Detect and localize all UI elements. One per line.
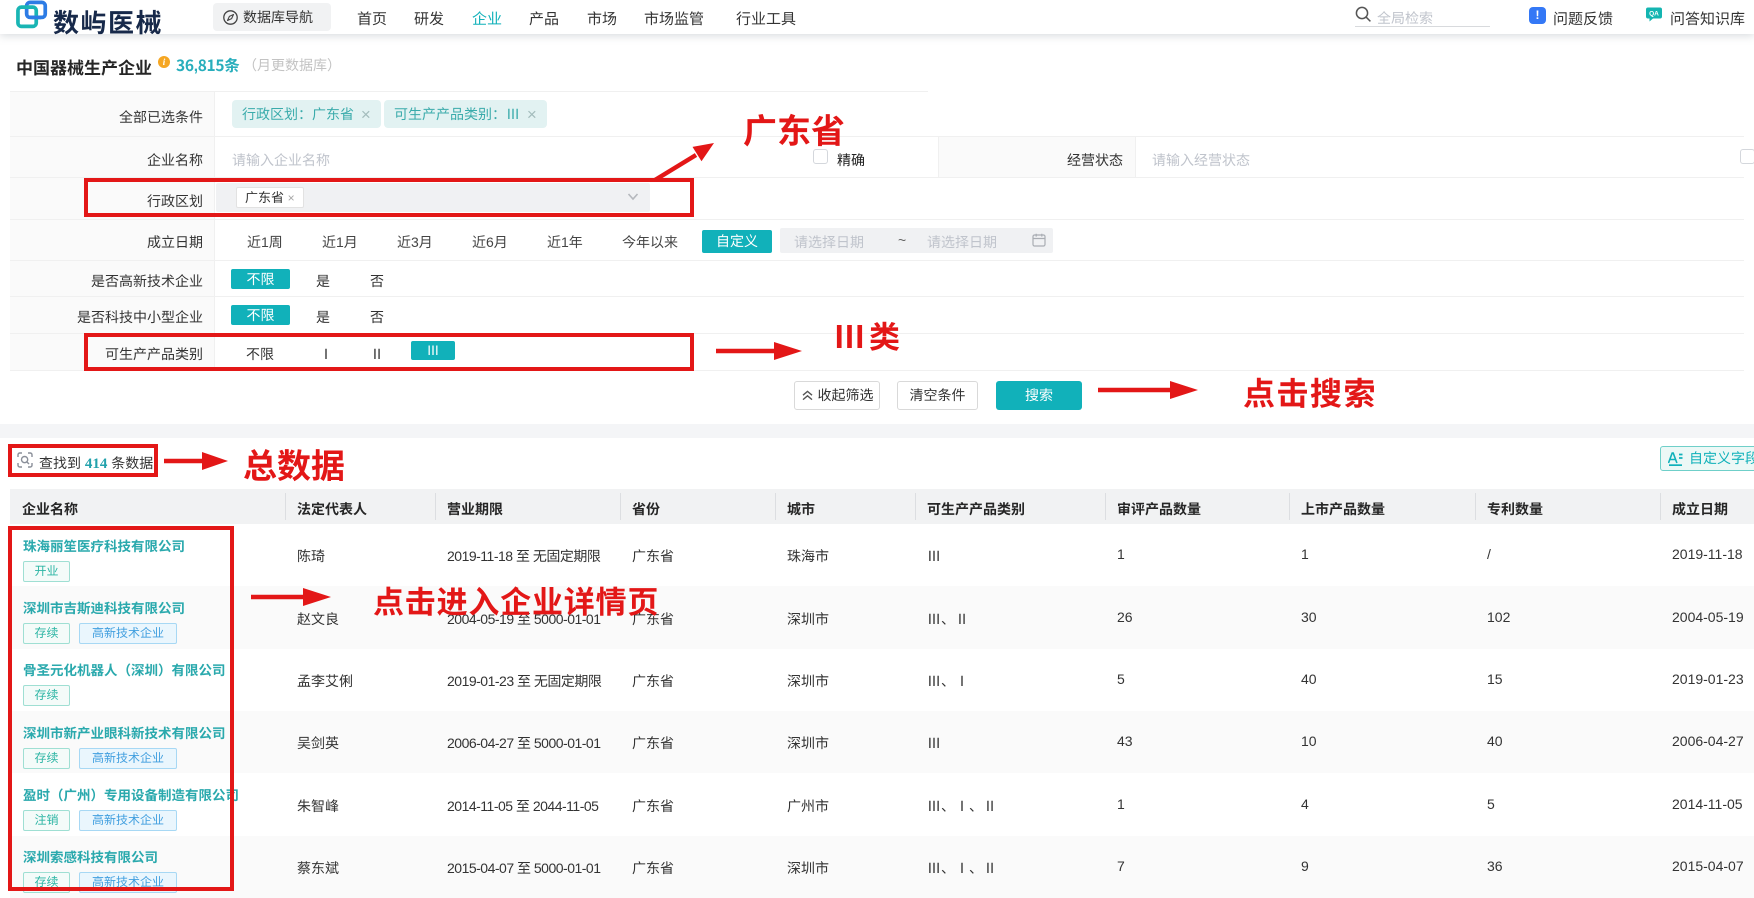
svg-text:QA: QA — [1649, 11, 1659, 18]
